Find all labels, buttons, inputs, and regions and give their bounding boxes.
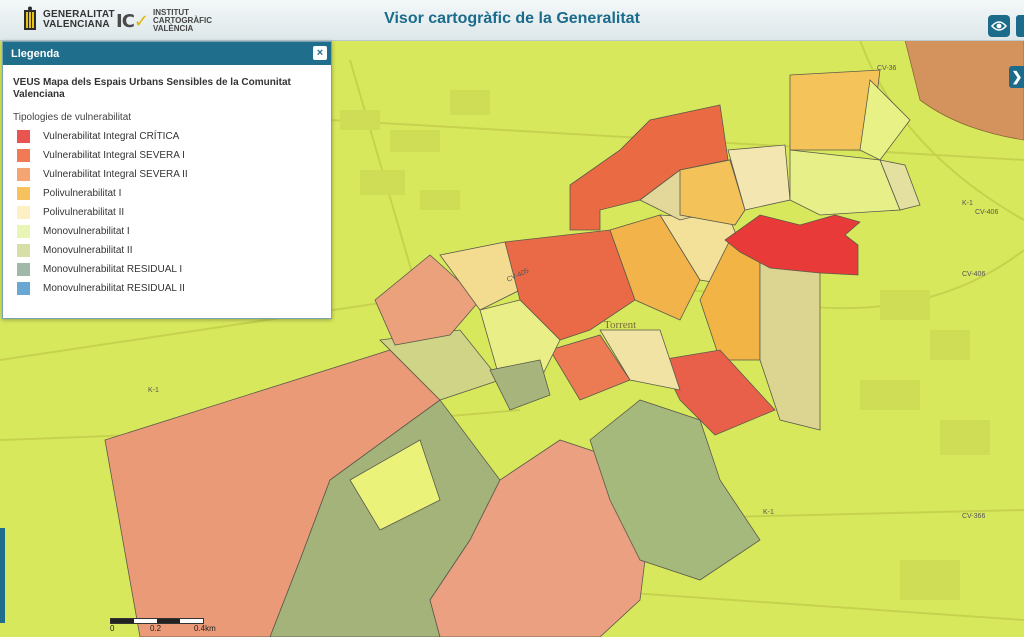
legend-swatch bbox=[17, 168, 30, 181]
legend-item-label: Monovulnerabilitat RESIDUAL I bbox=[43, 264, 183, 275]
legend-item-label: Polivulnerabilitat II bbox=[43, 207, 125, 218]
scale-labels: 0 0.2 0.4km bbox=[110, 624, 216, 634]
road-label-k1-c: K-1 bbox=[763, 509, 774, 516]
legend-item-label: Monovulnerabilitat II bbox=[43, 245, 133, 256]
legend-item: Polivulnerabilitat I bbox=[17, 184, 331, 203]
page-title: Visor cartogràfic de la Generalitat bbox=[384, 10, 640, 27]
legend-item: Vulnerabilitat Integral CRÍTICA bbox=[17, 127, 331, 146]
legend-swatch bbox=[17, 130, 30, 143]
legend-item-label: Vulnerabilitat Integral SEVERA I bbox=[43, 150, 185, 161]
legend-item-label: Vulnerabilitat Integral CRÍTICA bbox=[43, 131, 180, 142]
legend-swatch bbox=[17, 263, 30, 276]
legend-item-label: Vulnerabilitat Integral SEVERA II bbox=[43, 169, 188, 180]
town-label: Torrent bbox=[604, 319, 636, 331]
legend-item: Polivulnerabilitat II bbox=[17, 203, 331, 222]
scale-label-2: 0.4km bbox=[194, 624, 216, 633]
legend-item-label: Polivulnerabilitat I bbox=[43, 188, 122, 199]
legend-layer-title: VEUS Mapa dels Espais Urbans Sensibles d… bbox=[13, 77, 291, 100]
close-icon[interactable]: × bbox=[313, 46, 327, 60]
road-label-cv406: CV-406 bbox=[975, 209, 998, 216]
road-label-k1-b: K-1 bbox=[962, 200, 973, 207]
legend-swatch bbox=[17, 187, 30, 200]
legend-swatch bbox=[17, 149, 30, 162]
legend-swatch bbox=[17, 225, 30, 238]
legend-items: Vulnerabilitat Integral CRÍTICA Vulnerabi… bbox=[3, 127, 331, 298]
scale-label-0: 0 bbox=[110, 624, 115, 633]
legend-subtitle: Tipologies de vulnerabilitat bbox=[13, 112, 132, 123]
legend-item-label: Monovulnerabilitat RESIDUAL II bbox=[43, 283, 185, 294]
road-label-k1: K-1 bbox=[148, 387, 159, 394]
legend-header: Llegenda × bbox=[3, 42, 331, 65]
legend-item-label: Monovulnerabilitat I bbox=[43, 226, 130, 237]
legend-title: Llegenda bbox=[11, 47, 60, 60]
side-panel-button[interactable] bbox=[1016, 15, 1024, 37]
scale-bar: 0 0.2 0.4km bbox=[110, 618, 216, 634]
expand-panel-button[interactable]: ❯ bbox=[1009, 66, 1024, 88]
legend-item: Monovulnerabilitat II bbox=[17, 241, 331, 260]
scale-label-1: 0.2 bbox=[150, 624, 162, 633]
legend-item: Monovulnerabilitat RESIDUAL II bbox=[17, 279, 331, 298]
visibility-button[interactable] bbox=[988, 15, 1010, 37]
legend-item: Vulnerabilitat Integral SEVERA I bbox=[17, 146, 331, 165]
app-header: GENERALITAT VALENCIANA IC✓ INSTITUT CART… bbox=[0, 0, 1024, 41]
eye-icon bbox=[991, 21, 1007, 31]
legend-item: Monovulnerabilitat I bbox=[17, 222, 331, 241]
road-label-cv406-b: CV-406 bbox=[962, 271, 985, 278]
road-label-cv36: CV-36 bbox=[877, 65, 897, 72]
legend-swatch bbox=[17, 244, 30, 257]
legend-swatch bbox=[17, 282, 30, 295]
legend-swatch bbox=[17, 206, 30, 219]
legend-item: Vulnerabilitat Integral SEVERA II bbox=[17, 165, 331, 184]
zoom-control[interactable] bbox=[0, 528, 5, 623]
road-label-cv366: CV-366 bbox=[962, 513, 985, 520]
legend-item: Monovulnerabilitat RESIDUAL I bbox=[17, 260, 331, 279]
legend-panel: Llegenda × VEUS Mapa dels Espais Urbans … bbox=[2, 41, 332, 319]
